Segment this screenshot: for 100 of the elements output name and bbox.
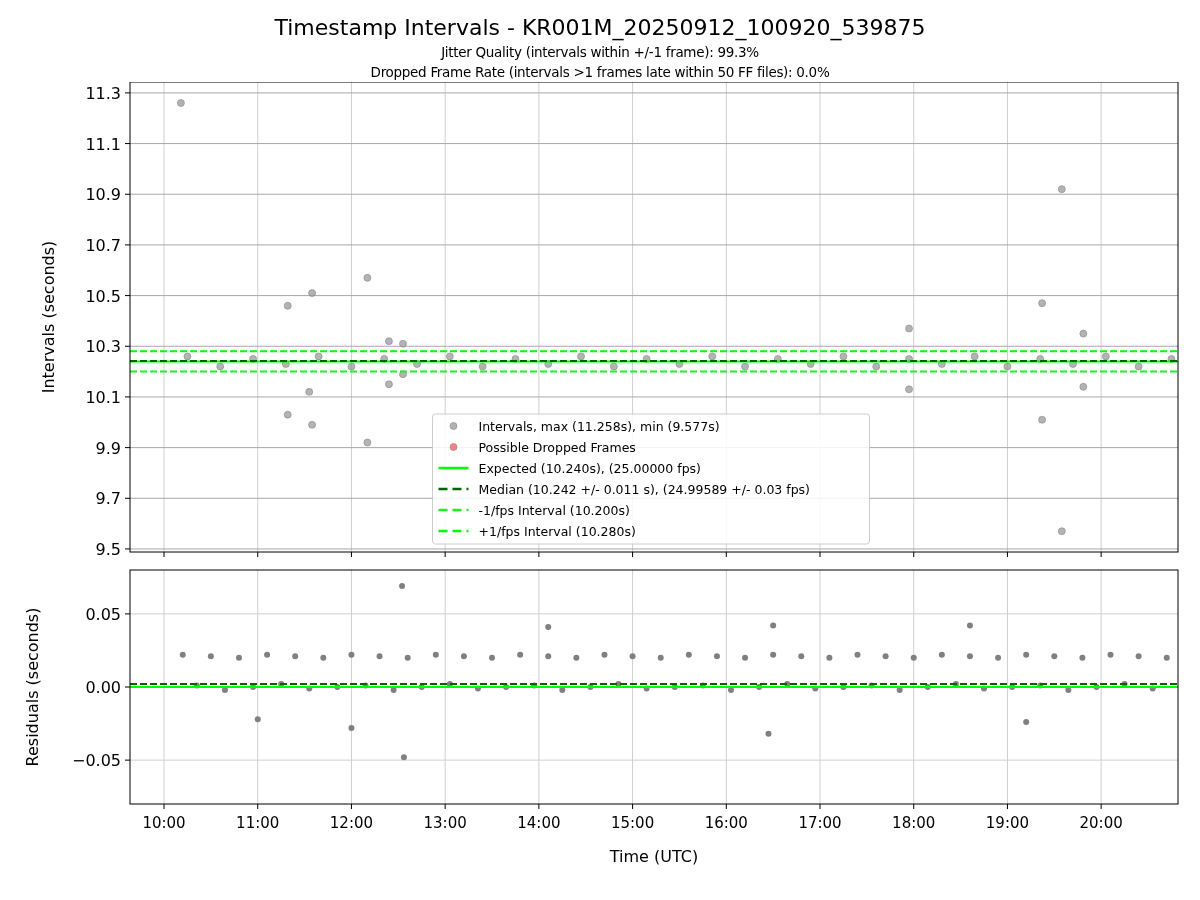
tick-label: 19:00 — [985, 814, 1030, 832]
data-point — [966, 622, 973, 629]
data-point — [308, 289, 316, 297]
data-point — [642, 355, 651, 363]
tick-mark — [350, 551, 352, 558]
data-point — [216, 362, 225, 371]
tick-label: 11.1 — [85, 134, 121, 154]
tick-mark — [725, 551, 727, 558]
data-point — [334, 684, 341, 690]
data-point — [1003, 362, 1012, 371]
data-point — [1023, 719, 1030, 726]
data-point — [952, 681, 959, 688]
tick-mark — [163, 803, 165, 810]
data-point — [854, 651, 861, 658]
legend-label: Possible Dropped Frames — [478, 439, 636, 455]
data-point — [966, 653, 973, 660]
data-point — [1135, 653, 1142, 660]
tick-mark — [444, 803, 446, 810]
data-point — [774, 355, 782, 363]
legend-marker-icon — [449, 422, 458, 430]
axis-label: Residuals (seconds) — [23, 607, 42, 767]
tick-label: 10.9 — [85, 185, 121, 205]
data-point — [385, 337, 393, 345]
legend-line-icon — [438, 466, 469, 470]
legend-line-icon — [438, 508, 469, 512]
data-point — [905, 324, 913, 333]
data-point — [770, 622, 777, 629]
tick-mark — [124, 497, 131, 499]
data-point — [511, 355, 520, 363]
data-point — [1107, 651, 1114, 658]
axis-label: Time (UTC) — [609, 847, 699, 866]
tick-label: 15:00 — [610, 814, 655, 832]
data-point — [390, 686, 397, 693]
tick-mark — [124, 193, 131, 195]
legend-label: +1/fps Interval (10.280s) — [478, 523, 636, 539]
data-point — [404, 654, 411, 661]
data-point — [577, 352, 585, 361]
tick-label: 9.5 — [95, 539, 121, 559]
tick-mark — [819, 803, 821, 810]
data-point — [840, 684, 847, 690]
data-point — [601, 651, 608, 658]
data-point — [348, 724, 355, 731]
data-point — [675, 360, 684, 368]
tick-label: 11:00 — [236, 814, 280, 832]
data-point — [399, 583, 406, 590]
data-point — [177, 99, 185, 107]
data-point — [207, 653, 214, 660]
data-point — [770, 651, 777, 658]
data-point — [708, 352, 717, 361]
data-point — [264, 651, 271, 658]
legend-label: Median (10.242 +/- 0.011 s), (24.99589 +/- 0.03 fps) — [478, 481, 810, 497]
data-point — [474, 685, 481, 692]
data-point — [236, 654, 242, 661]
data-point — [1079, 329, 1088, 338]
data-point — [882, 653, 889, 660]
data-point — [910, 654, 917, 661]
data-point — [671, 684, 678, 690]
tick-label: 10:00 — [142, 814, 186, 832]
data-point — [1037, 682, 1044, 689]
tick-mark — [913, 551, 915, 558]
tick-label: 14:00 — [517, 814, 561, 832]
data-point — [254, 716, 261, 723]
data-point — [250, 684, 257, 690]
data-point — [1051, 653, 1058, 660]
data-point — [249, 355, 257, 363]
tick-mark — [257, 551, 259, 558]
legend-marker-icon — [449, 443, 458, 451]
tick-mark — [1006, 551, 1008, 558]
tick-mark — [124, 686, 131, 688]
data-point — [413, 360, 421, 368]
data-point — [363, 274, 372, 282]
data-point — [1009, 684, 1016, 690]
data-point — [573, 654, 580, 661]
tick-mark — [124, 613, 131, 615]
data-point — [1038, 415, 1046, 424]
data-point — [221, 686, 228, 693]
tick-label: 17:00 — [798, 814, 842, 832]
data-point — [179, 651, 186, 658]
data-point — [896, 686, 903, 693]
tick-mark — [257, 803, 259, 810]
data-point — [478, 362, 487, 371]
data-point — [306, 685, 313, 692]
data-point — [615, 681, 622, 688]
data-point — [713, 653, 720, 660]
data-point — [938, 360, 946, 368]
data-point — [1121, 681, 1128, 688]
tick-mark — [163, 551, 165, 558]
data-point — [1065, 686, 1072, 693]
tick-mark — [538, 803, 540, 810]
tick-mark — [819, 551, 821, 558]
data-point — [193, 682, 200, 689]
data-point — [308, 421, 316, 429]
tick-mark — [725, 803, 727, 810]
data-point — [905, 385, 913, 394]
data-point — [1058, 185, 1066, 193]
legend-label: Expected (10.240s), (25.00000 fps) — [478, 460, 701, 476]
data-point — [503, 684, 510, 690]
tick-mark — [632, 551, 634, 558]
data-point — [812, 685, 819, 692]
tick-label: 10.3 — [85, 337, 121, 357]
